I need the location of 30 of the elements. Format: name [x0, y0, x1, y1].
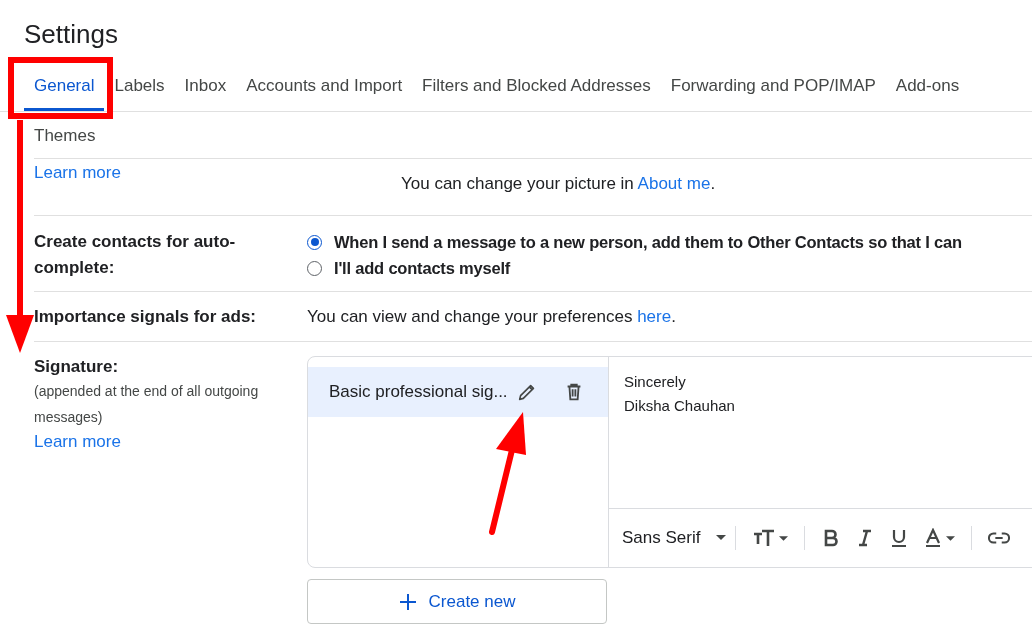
setting-label: Importance signals for ads: — [34, 305, 257, 328]
plus-icon — [398, 592, 417, 611]
learn-more-link[interactable]: Learn more — [34, 159, 307, 184]
settings-tab[interactable]: Inbox — [174, 74, 237, 111]
signature-name: Basic professional sig... — [329, 381, 508, 404]
profile-text: You can change your picture in About me. — [401, 173, 717, 195]
settings-tab[interactable]: Filters and Blocked Addresses — [412, 74, 661, 111]
signature-text: Diksha Chauhan — [624, 396, 736, 416]
text-color-icon[interactable] — [923, 526, 956, 550]
settings-tab[interactable]: General — [24, 74, 105, 111]
setting-label: Create contacts for auto-complete: — [34, 231, 237, 279]
ads-text: You can view and change your preferences here. — [307, 305, 677, 328]
signature-text: Sincerely — [624, 372, 687, 392]
settings-tab[interactable]: Add-ons — [885, 74, 970, 111]
signature-note: (appended at the end of all outgoing messages) — [34, 382, 260, 427]
setting-label: Signature: — [34, 356, 120, 378]
font-dropdown[interactable]: Sans Serif — [622, 525, 727, 551]
page-title: Settings — [23, 18, 119, 51]
caret-icon — [716, 535, 727, 541]
here-link[interactable]: here — [637, 306, 672, 326]
settings-tab[interactable]: Forwarding and POP/IMAP — [660, 74, 886, 111]
radio-label: When I send a message to a new person, add them to Other Contacts so that I can — [334, 231, 962, 253]
about-me-link[interactable]: About me — [637, 174, 711, 193]
learn-more-link[interactable]: Learn more — [34, 430, 307, 454]
settings-tab[interactable]: Themes — [24, 124, 106, 161]
settings-tab[interactable]: Labels — [104, 74, 175, 111]
signature-item[interactable]: Basic professional sig... — [308, 367, 608, 417]
settings-tab[interactable]: Accounts and Import — [236, 74, 413, 111]
radio-label: I'll add contacts myself — [334, 257, 511, 279]
create-new-button[interactable]: Create new — [307, 579, 607, 624]
